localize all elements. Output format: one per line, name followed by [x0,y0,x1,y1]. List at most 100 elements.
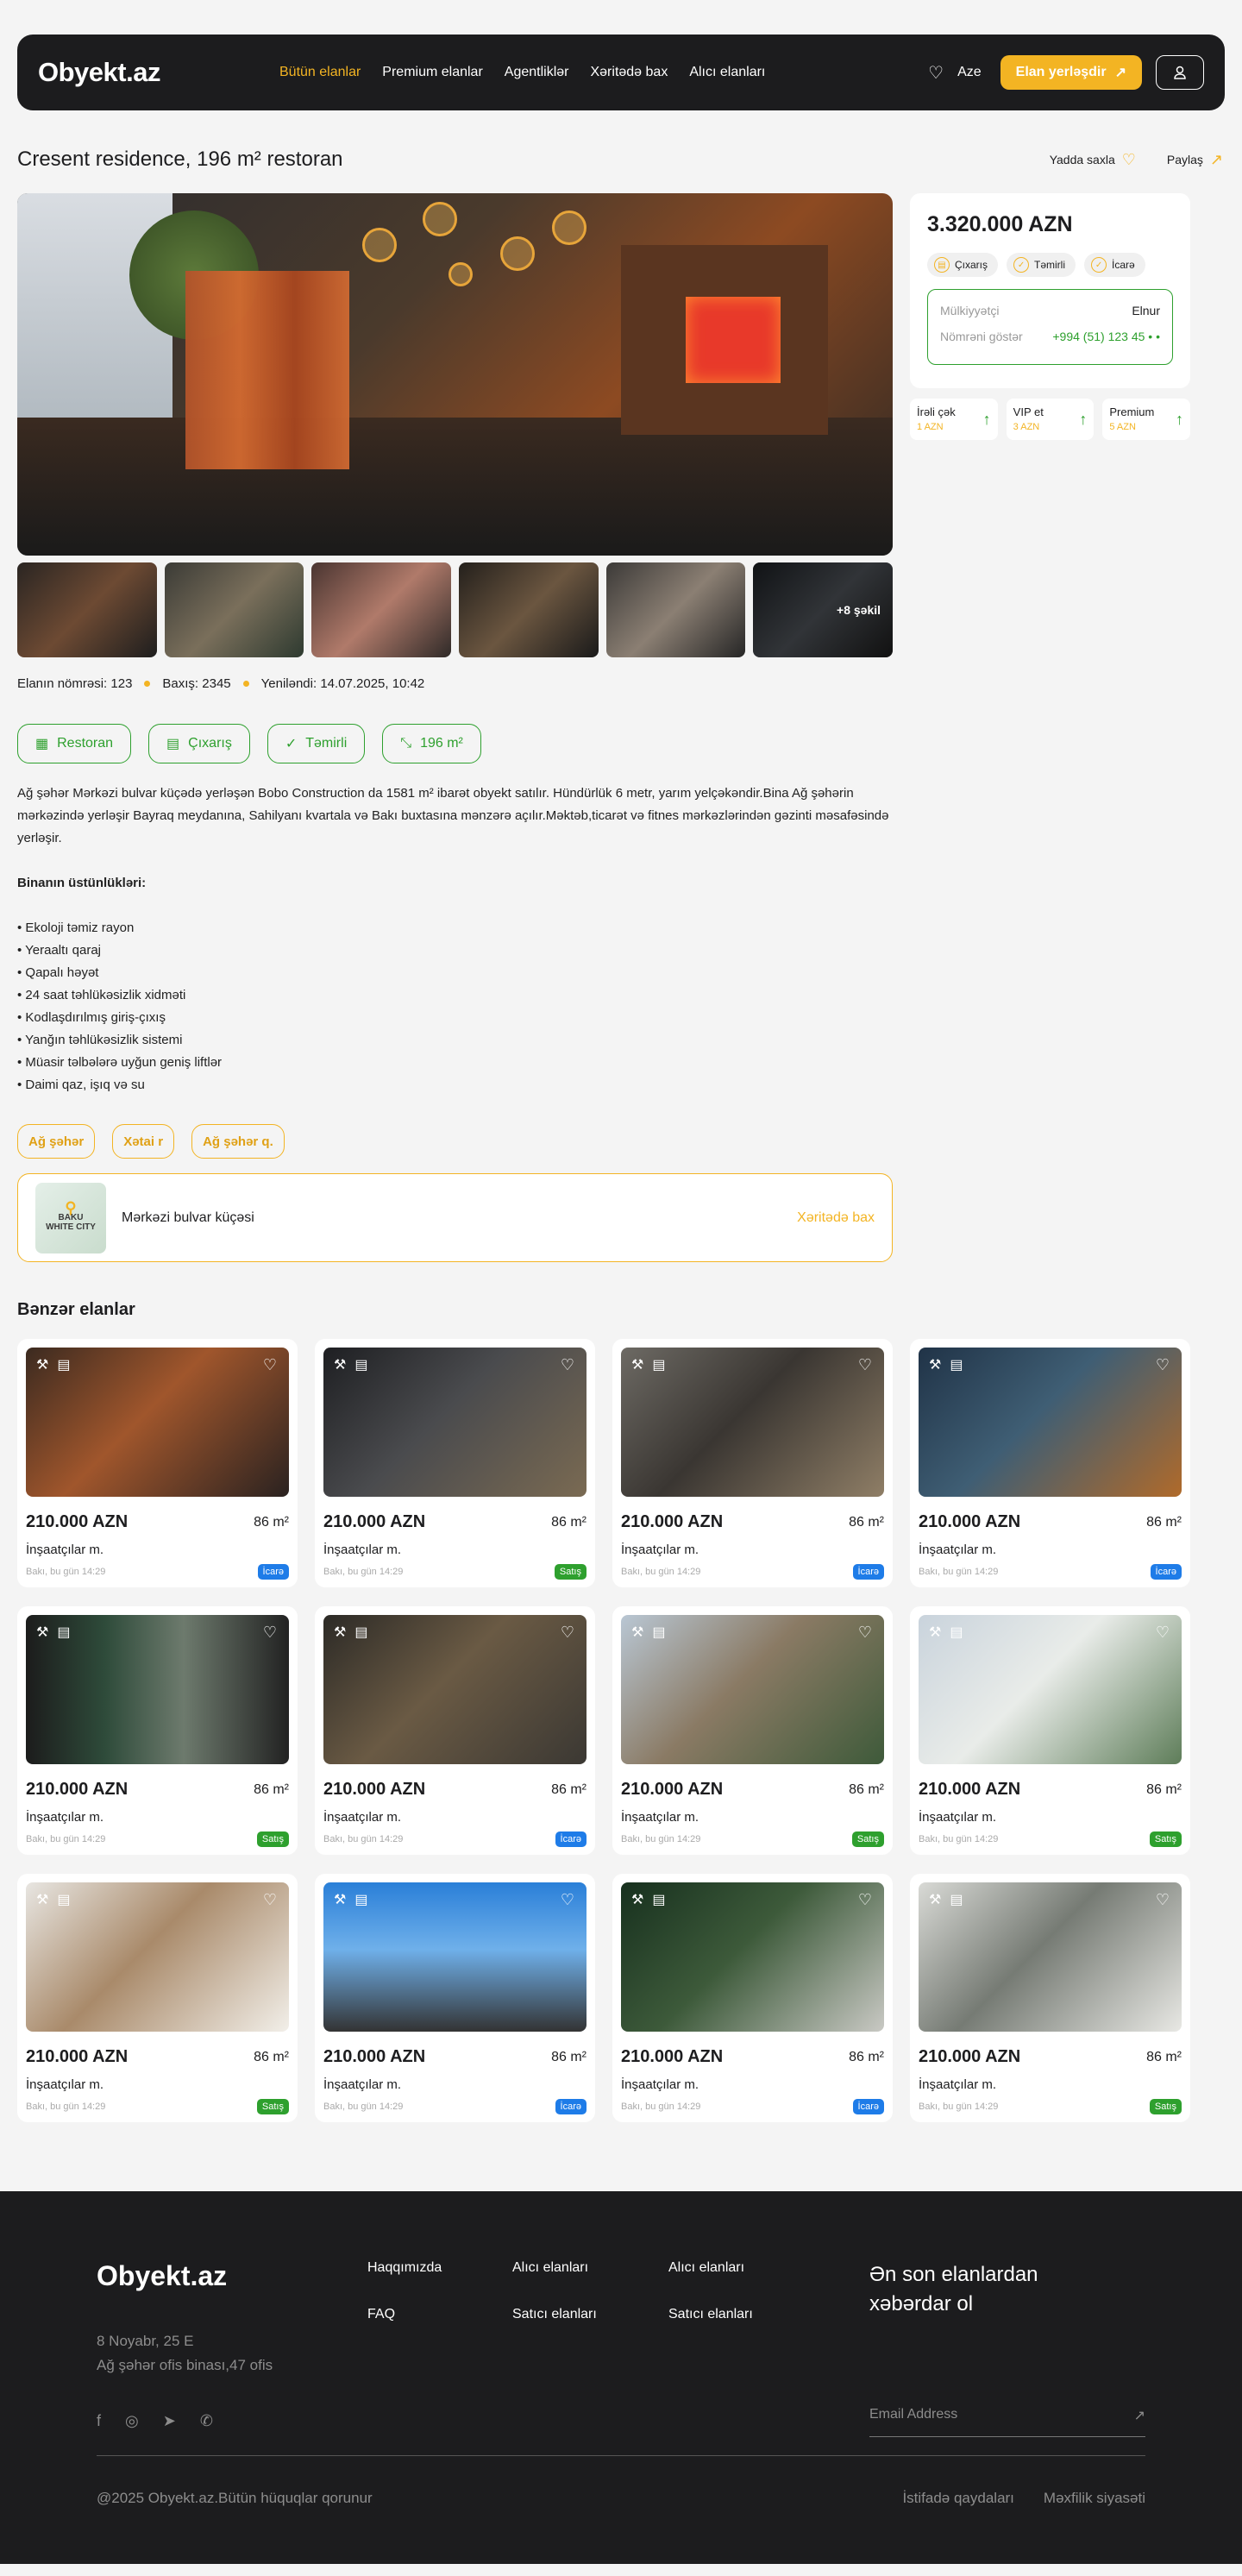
favorite-heart-icon[interactable]: ♡ [263,1356,277,1374]
favorite-heart-icon[interactable]: ♡ [263,1891,277,1909]
main-photo[interactable] [17,193,893,556]
favorite-heart-icon[interactable]: ♡ [561,1356,574,1374]
card-image[interactable]: ⚒ ▤ ♡ [919,1615,1182,1764]
main-nav: Bütün elanlar Premium elanlar Agentliklə… [279,65,928,80]
card-image[interactable]: ⚒ ▤ ♡ [919,1348,1182,1497]
promo-premium[interactable]: Premium 5 AZN ↑ [1102,399,1191,440]
card-image[interactable]: ⚒ ▤ ♡ [621,1615,884,1764]
location-tag[interactable]: Xətai r [112,1124,175,1159]
save-button[interactable]: Yadda saxla ♡ [1050,151,1136,169]
listing-card[interactable]: ⚒ ▤ ♡ 210.000 AZN 86 m² İnşaatçılar m. Bak… [910,1339,1190,1587]
promo-bump[interactable]: İrəli çək 1 AZN ↑ [910,399,998,440]
footer-link[interactable]: Alıcı elanları [668,2260,753,2276]
location-tag[interactable]: Ağ şəhər [17,1124,96,1159]
listing-card[interactable]: ⚒ ▤ ♡ 210.000 AZN 86 m² İnşaatçılar m. Bak… [612,1606,893,1855]
email-input[interactable]: Email Address [869,2407,957,2424]
facebook-icon[interactable]: f [97,2412,101,2430]
price-card: 3.320.000 AZN ▤ Çıxarış ✓ Təmirli ✓ İcarə M… [910,193,1190,388]
listing-card[interactable]: ⚒ ▤ ♡ 210.000 AZN 86 m² İnşaatçılar m. Bak… [910,1606,1190,1855]
promo-name: İrəli çək [917,405,956,418]
favorite-heart-icon[interactable]: ♡ [263,1624,277,1642]
map-box: ⚲ BAKU WHITE CITY Mərkəzi bulvar küçəsi X… [17,1173,893,1262]
footer-divider [97,2455,1145,2456]
privacy-link[interactable]: Məxfilik siyasəti [1044,2490,1145,2507]
telegram-icon[interactable]: ➤ [163,2412,176,2430]
listing-card[interactable]: ⚒ ▤ ♡ 210.000 AZN 86 m² İnşaatçılar m. Bak… [612,1339,893,1587]
show-phone-button[interactable]: Nömrəni göstər +994 (51) 123 45 • • [940,330,1160,343]
card-image[interactable]: ⚒ ▤ ♡ [26,1882,289,2032]
language-selector[interactable]: Aze [957,65,982,80]
card-type-badge: İcarə [852,1564,884,1580]
favorite-heart-icon[interactable]: ♡ [1156,1624,1170,1642]
card-image[interactable]: ⚒ ▤ ♡ [323,1882,586,2032]
nav-buyer-listings[interactable]: Alıcı elanları [689,65,765,80]
favorite-heart-icon[interactable]: ♡ [858,1624,872,1642]
footer-link[interactable]: Satıcı elanları [668,2307,753,2322]
card-image[interactable]: ⚒ ▤ ♡ [621,1348,884,1497]
arrow-up-right-icon[interactable]: ↗ [1134,2407,1145,2424]
card-image[interactable]: ⚒ ▤ ♡ [919,1882,1182,2032]
nav-all-listings[interactable]: Bütün elanlar [279,65,361,80]
listing-card[interactable]: ⚒ ▤ ♡ 210.000 AZN 86 m² İnşaatçılar m. Bak… [17,1606,298,1855]
location-tag[interactable]: Ağ şəhər q. [191,1124,285,1159]
card-price: 210.000 AZN [621,1780,724,1799]
nav-premium[interactable]: Premium elanlar [382,65,482,80]
listing-card[interactable]: ⚒ ▤ ♡ 210.000 AZN 86 m² İnşaatçılar m. Bak… [315,1339,595,1587]
favorite-heart-icon[interactable]: ♡ [1156,1356,1170,1374]
post-listing-button[interactable]: Elan yerləşdir ↗ [1000,55,1142,90]
listing-card[interactable]: ⚒ ▤ ♡ 210.000 AZN 86 m² İnşaatçılar m. Bak… [17,1874,298,2122]
footer-link[interactable]: Alıcı elanları [512,2260,597,2276]
terms-link[interactable]: İstifadə qaydaları [902,2490,1013,2507]
card-badges: ⚒ ▤ [929,1891,963,1908]
card-image[interactable]: ⚒ ▤ ♡ [621,1882,884,2032]
card-image[interactable]: ⚒ ▤ ♡ [323,1615,586,1764]
favorite-heart-icon[interactable]: ♡ [1156,1891,1170,1909]
footer-link[interactable]: FAQ [367,2307,442,2322]
owner-box: Mülkiyyətçi Elnur Nömrəni göstər +994 (51)… [927,289,1173,365]
site-logo[interactable]: Obyekt.az [38,57,279,88]
favorite-heart-icon[interactable]: ♡ [561,1624,574,1642]
card-image[interactable]: ⚒ ▤ ♡ [323,1348,586,1497]
map-thumbnail-label: BAKU WHITE CITY [46,1213,96,1232]
document-icon: ▤ [652,1358,666,1373]
listing-card[interactable]: ⚒ ▤ ♡ 210.000 AZN 86 m² İnşaatçılar m. Bak… [315,1874,595,2122]
social-links: f ◎ ➤ ✆ [97,2412,213,2430]
listing-card[interactable]: ⚒ ▤ ♡ 210.000 AZN 86 m² İnşaatçılar m. Bak… [17,1339,298,1587]
whatsapp-icon[interactable]: ✆ [200,2412,213,2430]
view-on-map-link[interactable]: Xəritədə bax [797,1210,875,1226]
thumbnail[interactable] [311,562,452,657]
nav-agencies[interactable]: Agentliklər [505,65,569,80]
footer-link[interactable]: Haqqımızda [367,2260,442,2276]
favorite-heart-icon[interactable]: ♡ [858,1356,872,1374]
footer-col: Alıcı elanları Satıcı elanları [668,2260,753,2353]
thumbnail[interactable] [164,562,304,657]
advantage-item: • 24 saat təhlükəsizlik xidməti [17,988,186,1002]
favorites-heart-icon[interactable]: ♡ [928,62,944,84]
listing-card[interactable]: ⚒ ▤ ♡ 210.000 AZN 86 m² İnşaatçılar m. Bak… [910,1874,1190,2122]
footer-link[interactable]: Satıcı elanları [512,2307,597,2322]
listing-card[interactable]: ⚒ ▤ ♡ 210.000 AZN 86 m² İnşaatçılar m. Bak… [315,1606,595,1855]
hammer-icon: ⚒ [334,1893,347,1907]
thumbnail-more[interactable]: +8 şəkil [753,562,894,657]
thumbnail[interactable] [459,562,599,657]
card-image[interactable]: ⚒ ▤ ♡ [26,1615,289,1764]
email-subscribe[interactable]: Email Address ↗ [869,2407,1145,2437]
card-image[interactable]: ⚒ ▤ ♡ [26,1348,289,1497]
share-button[interactable]: Paylaş ↗ [1167,151,1223,169]
instagram-icon[interactable]: ◎ [125,2412,139,2430]
listing-price: 3.320.000 AZN [927,212,1073,236]
nav-map[interactable]: Xəritədə bax [590,65,668,80]
card-badges: ⚒ ▤ [334,1891,367,1908]
card-area: 86 m² [254,1514,289,1530]
card-type-badge: İcarə [555,2099,586,2114]
map-thumbnail[interactable]: ⚲ BAKU WHITE CITY [35,1182,106,1253]
check-circle-icon: ✓ [285,737,298,751]
thumbnail[interactable] [17,562,157,657]
thumbnail[interactable] [605,562,746,657]
footer-logo[interactable]: Obyekt.az [97,2260,227,2292]
favorite-heart-icon[interactable]: ♡ [858,1891,872,1909]
listing-card[interactable]: ⚒ ▤ ♡ 210.000 AZN 86 m² İnşaatçılar m. Bak… [612,1874,893,2122]
favorite-heart-icon[interactable]: ♡ [561,1891,574,1909]
promo-vip[interactable]: VIP et 3 AZN ↑ [1006,399,1095,440]
user-account-button[interactable] [1156,55,1204,90]
